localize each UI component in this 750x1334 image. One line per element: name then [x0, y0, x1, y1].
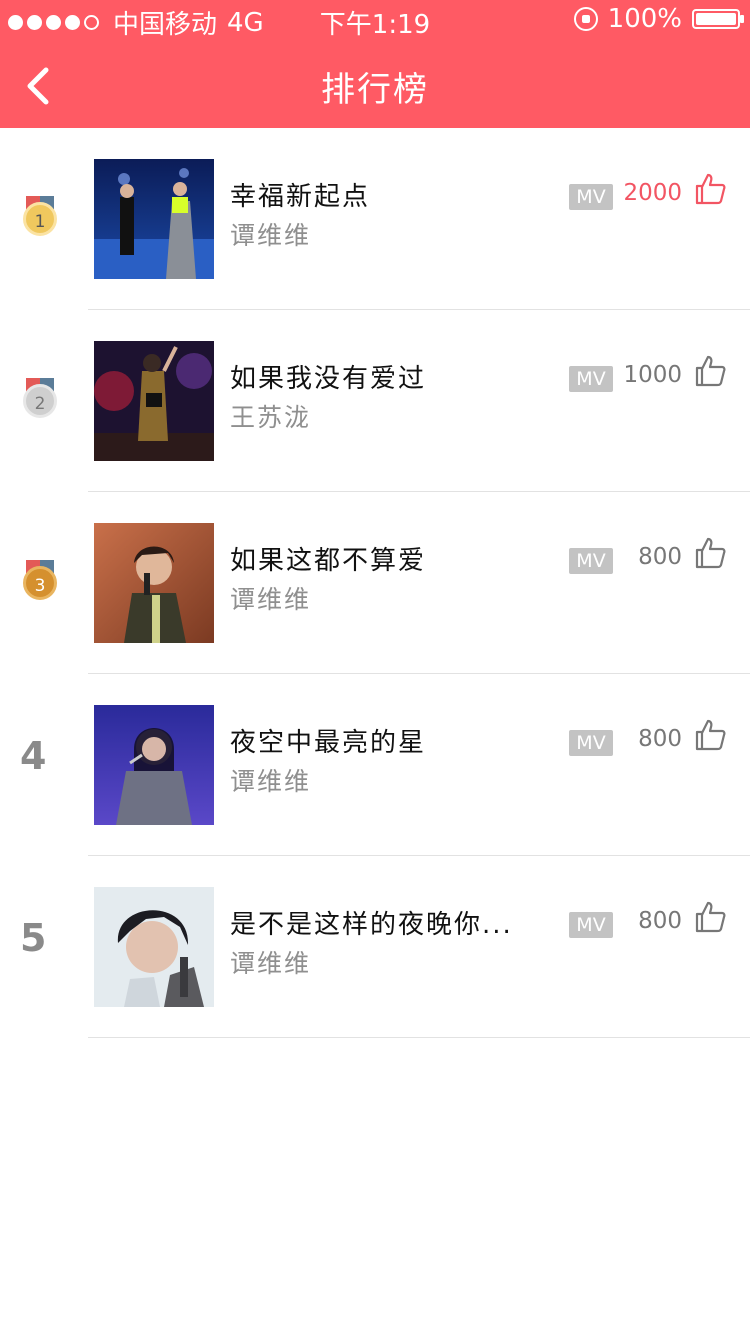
mv-badge[interactable]: MV — [569, 730, 613, 756]
song-cover[interactable] — [94, 341, 214, 461]
cover-image — [94, 341, 214, 461]
rank-medal-gold: 1 — [18, 190, 62, 240]
rank-number: 4 — [20, 734, 47, 778]
list-item[interactable]: 2 如果我没有爱过 王苏泷 MV 1000 — [0, 310, 750, 492]
cover-image — [94, 523, 214, 643]
artist-name: 谭维维 — [230, 949, 312, 978]
like-button[interactable] — [694, 900, 728, 934]
song-title: 幸福新起点 — [230, 182, 371, 212]
mv-badge[interactable]: MV — [569, 184, 613, 210]
list-item[interactable]: 3 如果这都不算爱 谭维维 MV 800 — [0, 492, 750, 674]
rotation-lock-icon — [573, 7, 598, 31]
rank-medal-silver: 2 — [18, 372, 62, 422]
thumbs-up-icon — [695, 719, 726, 751]
song-title: 如果这都不算爱 — [230, 546, 427, 576]
mv-badge[interactable]: MV — [569, 548, 613, 574]
like-count: 800 — [638, 908, 682, 934]
like-button[interactable] — [694, 172, 728, 206]
rank-number: 1 — [23, 202, 57, 236]
mv-badge[interactable]: MV — [569, 366, 613, 392]
rank-medal-bronze: 3 — [18, 554, 62, 604]
mv-badge[interactable]: MV — [569, 912, 613, 938]
song-title: 如果我没有爱过 — [230, 364, 427, 394]
song-cover[interactable] — [94, 159, 214, 279]
header-bar: 中国移动 4G 下午1:19 100% 排行榜 — [0, 0, 750, 128]
list-item[interactable]: 5 是不是这样的夜晚你... 谭维维 MV 800 — [0, 856, 750, 1038]
song-title: 夜空中最亮的星 — [230, 728, 427, 758]
like-button[interactable] — [694, 354, 728, 388]
song-cover[interactable] — [94, 523, 214, 643]
like-count: 800 — [638, 726, 682, 752]
cover-image — [94, 887, 214, 1007]
like-count: 2000 — [623, 180, 682, 206]
thumbs-up-icon — [695, 537, 726, 569]
like-count: 800 — [638, 544, 682, 570]
rank-number: 3 — [23, 566, 57, 600]
battery-fill — [696, 13, 736, 25]
list-item[interactable]: 4 夜空中最亮的星 谭维维 MV 800 — [0, 674, 750, 856]
artist-name: 谭维维 — [230, 767, 312, 796]
song-cover[interactable] — [94, 705, 214, 825]
rank-number: 2 — [23, 384, 57, 418]
page-title: 排行榜 — [321, 70, 429, 110]
battery-percent: 100% — [607, 4, 682, 34]
cover-image — [94, 705, 214, 825]
like-button[interactable] — [694, 718, 728, 752]
ranking-list: 1 幸福新起点 谭维维 MV 2000 2 如果我没有爱过 王苏泷 MV 100… — [0, 128, 750, 1038]
thumbs-up-icon — [695, 355, 726, 387]
song-title: 是不是这样的夜晚你... — [230, 910, 513, 940]
battery-icon — [692, 9, 744, 29]
song-cover[interactable] — [94, 887, 214, 1007]
list-item[interactable]: 1 幸福新起点 谭维维 MV 2000 — [0, 128, 750, 310]
like-count: 1000 — [623, 362, 682, 388]
status-bar: 中国移动 4G 下午1:19 100% — [0, 0, 750, 40]
rank-number: 5 — [20, 916, 47, 960]
artist-name: 王苏泷 — [230, 403, 312, 432]
row-divider — [88, 1037, 750, 1038]
thumbs-up-icon — [695, 173, 726, 205]
battery-group: 100% — [573, 4, 744, 34]
artist-name: 谭维维 — [230, 585, 312, 614]
thumbs-up-icon — [695, 901, 726, 933]
cover-image — [94, 159, 214, 279]
artist-name: 谭维维 — [230, 221, 312, 250]
like-button[interactable] — [694, 536, 728, 570]
